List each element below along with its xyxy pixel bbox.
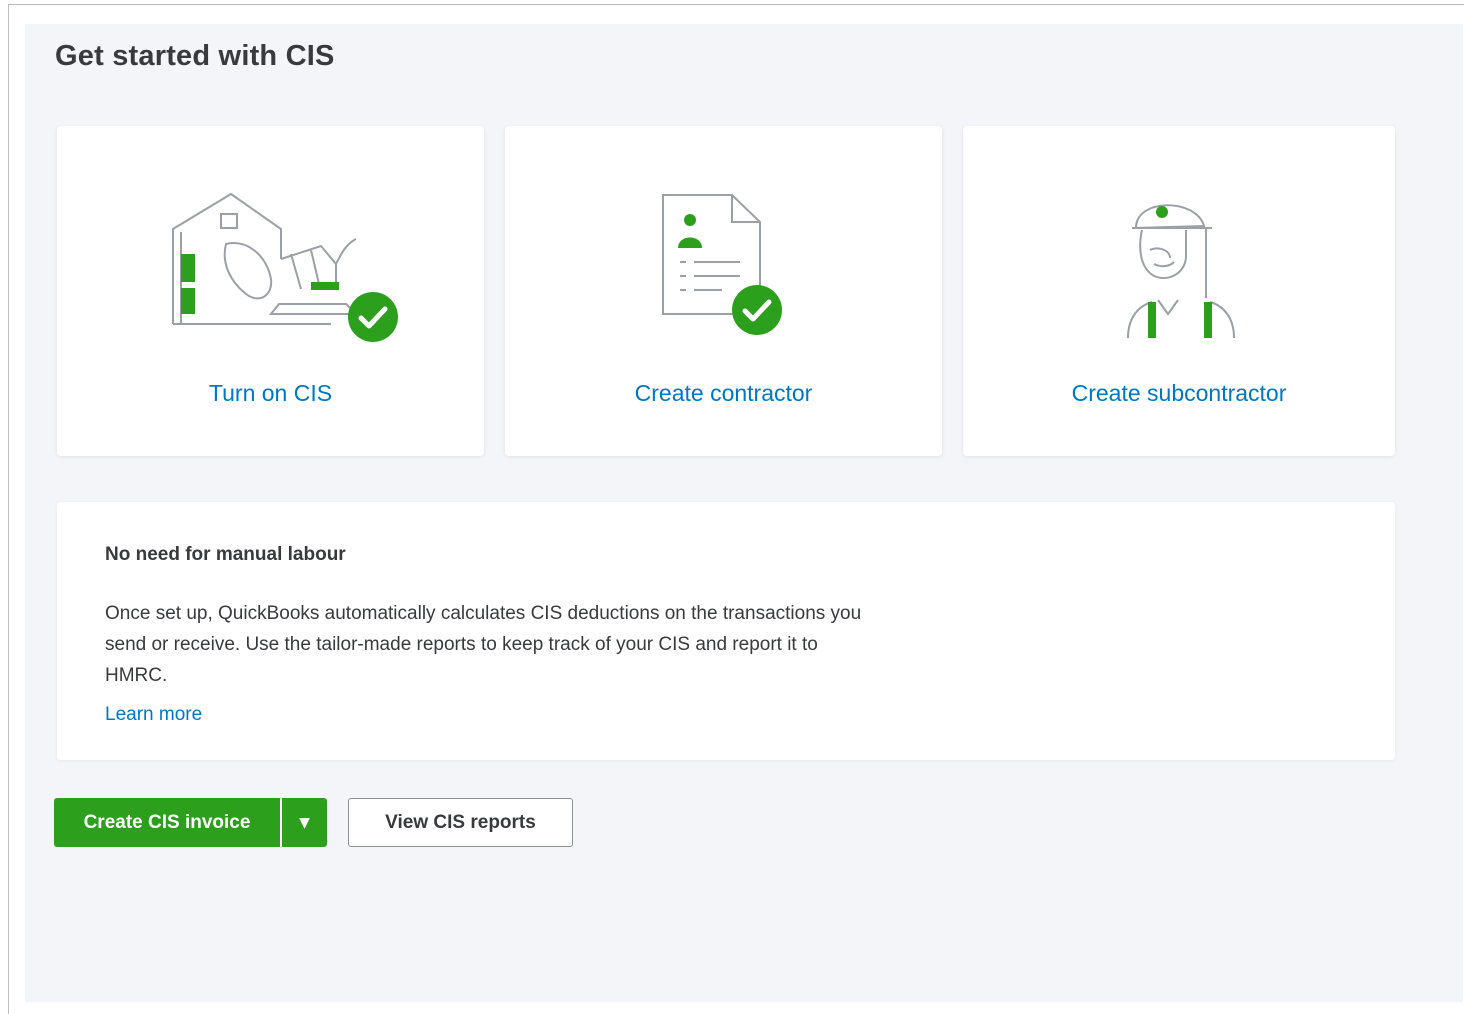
chevron-down-icon: ▼ (299, 814, 310, 831)
create-subcontractor-card[interactable]: Create subcontractor (963, 126, 1395, 456)
completed-check-icon (347, 291, 399, 348)
create-cis-invoice-split-button: Create CIS invoice ▼ (54, 798, 327, 847)
view-cis-reports-button[interactable]: View CIS reports (348, 798, 573, 847)
subcontractor-worker-icon (1118, 188, 1243, 353)
info-heading: No need for manual labour (105, 544, 346, 565)
create-cis-invoice-button[interactable]: Create CIS invoice (54, 798, 280, 847)
completed-check-icon (731, 284, 783, 341)
create-subcontractor-link[interactable]: Create subcontractor (963, 380, 1395, 407)
turn-on-cis-card[interactable]: Turn on CIS (57, 126, 484, 456)
create-contractor-card[interactable]: Create contractor (505, 126, 942, 456)
create-contractor-link[interactable]: Create contractor (505, 380, 942, 407)
learn-more-link[interactable]: Learn more (105, 704, 202, 726)
turn-on-cis-link[interactable]: Turn on CIS (57, 380, 484, 407)
create-cis-invoice-dropdown-button[interactable]: ▼ (280, 798, 327, 847)
page-title: Get started with CIS (55, 40, 335, 72)
info-card: No need for manual labour Once set up, Q… (57, 502, 1395, 760)
info-body: Once set up, QuickBooks automatically ca… (105, 603, 862, 686)
